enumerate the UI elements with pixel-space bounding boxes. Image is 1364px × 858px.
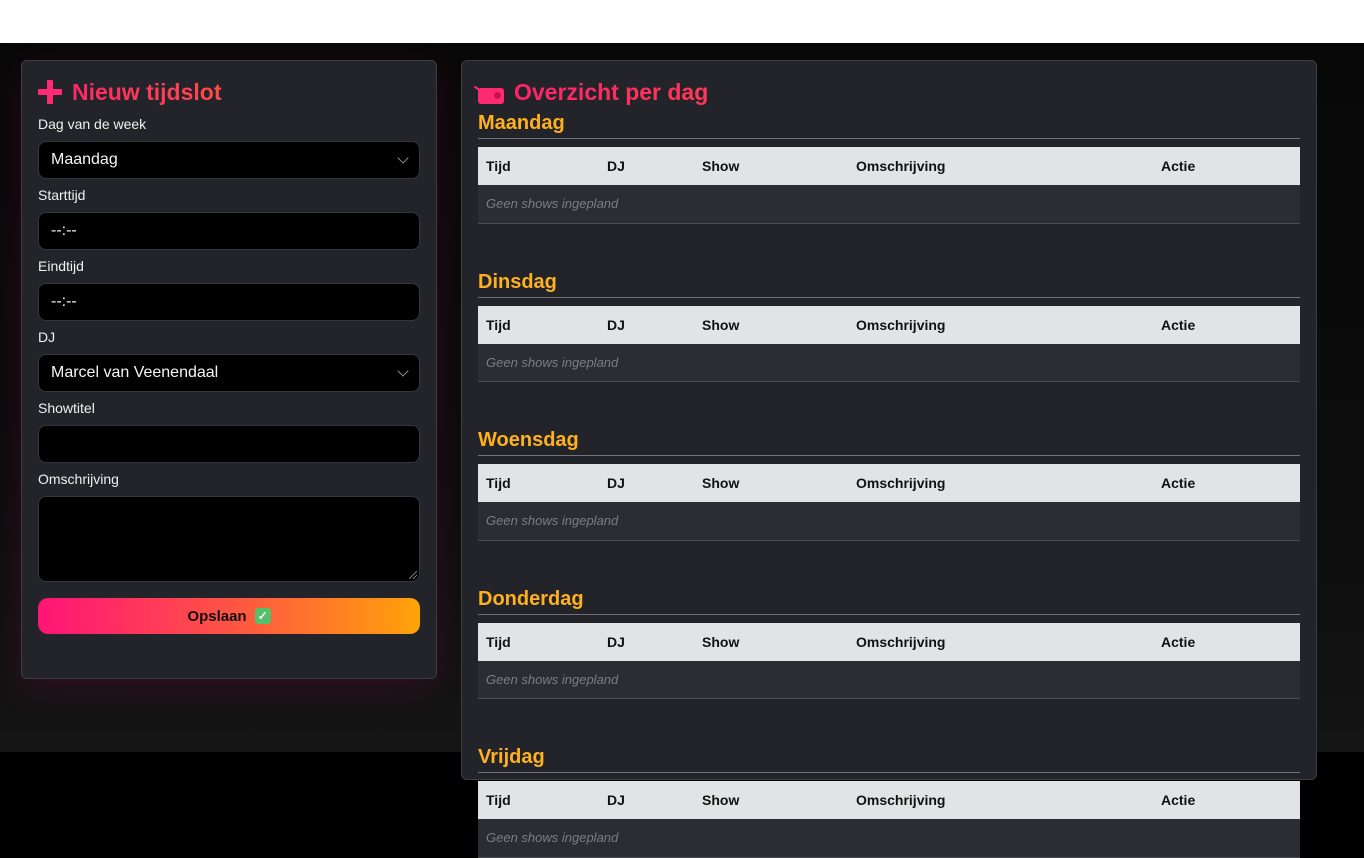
column-header-show: Show — [694, 147, 848, 185]
page-background: Nieuw tijdslot Dag van de week Maandag S… — [0, 43, 1364, 858]
table-row: Geen shows ingepland — [478, 660, 1300, 699]
column-header-omschrijving: Omschrijving — [848, 781, 1153, 819]
day-section: Vrijdag Tijd DJ Show Omschrijving Actie … — [478, 744, 1300, 858]
end-time-input[interactable]: --:-- — [38, 283, 420, 321]
day-select[interactable]: Maandag — [38, 141, 420, 179]
resize-handle-icon[interactable] — [409, 571, 417, 579]
empty-row-text: Geen shows ingepland — [478, 819, 1300, 858]
table-row: Geen shows ingepland — [478, 502, 1300, 541]
new-timeslot-title: Nieuw tijdslot — [38, 77, 420, 107]
new-timeslot-title-text: Nieuw tijdslot — [72, 78, 222, 105]
description-label: Omschrijving — [38, 471, 119, 487]
plus-icon — [38, 80, 62, 104]
column-header-show: Show — [694, 305, 848, 344]
new-timeslot-panel: Nieuw tijdslot Dag van de week Maandag S… — [21, 60, 437, 679]
table-header-row: Tijd DJ Show Omschrijving Actie — [478, 781, 1300, 819]
table-header-row: Tijd DJ Show Omschrijving Actie — [478, 464, 1300, 502]
column-header-actie: Actie — [1153, 305, 1300, 344]
column-header-actie: Actie — [1153, 147, 1300, 185]
chevron-down-icon — [397, 364, 409, 377]
table-header-row: Tijd DJ Show Omschrijving Actie — [478, 305, 1300, 344]
dj-select-value: Marcel van Veenendaal — [51, 364, 219, 381]
day-section: Dinsdag Tijd DJ Show Omschrijving Actie … — [478, 269, 1300, 382]
day-title: Maandag — [478, 110, 1300, 139]
showtitle-label: Showtitel — [38, 400, 95, 416]
column-header-tijd: Tijd — [478, 464, 599, 502]
column-header-omschrijving: Omschrijving — [848, 622, 1153, 661]
day-section: Donderdag Tijd DJ Show Omschrijving Acti… — [478, 586, 1300, 699]
column-header-tijd: Tijd — [478, 147, 599, 185]
day-select-value: Maandag — [51, 151, 118, 168]
showtitle-input[interactable] — [38, 425, 420, 463]
chevron-down-icon — [397, 151, 409, 164]
column-header-dj: DJ — [599, 622, 694, 661]
day-list: Maandag Tijd DJ Show Omschrijving Actie … — [478, 110, 1300, 858]
overview-title: Overzicht per dag — [473, 77, 1300, 107]
schedule-table: Tijd DJ Show Omschrijving Actie Geen sho… — [478, 305, 1300, 382]
overview-title-text: Overzicht per dag — [514, 78, 709, 105]
column-header-tijd: Tijd — [478, 622, 599, 661]
browser-top-area — [0, 0, 1364, 43]
column-header-actie: Actie — [1153, 464, 1300, 502]
column-header-show: Show — [694, 622, 848, 661]
empty-row-text: Geen shows ingepland — [478, 660, 1300, 699]
column-header-actie: Actie — [1153, 622, 1300, 661]
end-time-value: --:-- — [51, 293, 77, 310]
day-section: Maandag Tijd DJ Show Omschrijving Actie … — [478, 110, 1300, 224]
day-title: Dinsdag — [478, 269, 1300, 298]
day-title: Woensdag — [478, 427, 1300, 456]
column-header-omschrijving: Omschrijving — [848, 464, 1153, 502]
radio-icon — [473, 82, 504, 104]
start-time-value: --:-- — [51, 222, 77, 239]
table-header-row: Tijd DJ Show Omschrijving Actie — [478, 147, 1300, 185]
schedule-table: Tijd DJ Show Omschrijving Actie Geen sho… — [478, 147, 1300, 224]
schedule-table: Tijd DJ Show Omschrijving Actie Geen sho… — [478, 464, 1300, 541]
description-textarea[interactable] — [38, 496, 420, 582]
column-header-show: Show — [694, 464, 848, 502]
check-icon: ✓ — [254, 608, 271, 624]
column-header-dj: DJ — [599, 305, 694, 344]
save-button-label: Opslaan — [187, 607, 247, 625]
day-title: Vrijdag — [478, 744, 1300, 773]
column-header-dj: DJ — [599, 147, 694, 185]
table-row: Geen shows ingepland — [478, 343, 1300, 382]
column-header-actie: Actie — [1153, 781, 1300, 819]
dj-label: DJ — [38, 329, 56, 345]
column-header-omschrijving: Omschrijving — [848, 305, 1153, 344]
column-header-tijd: Tijd — [478, 305, 599, 344]
start-time-label: Starttijd — [38, 187, 86, 203]
day-section: Woensdag Tijd DJ Show Omschrijving Actie… — [478, 427, 1300, 541]
column-header-tijd: Tijd — [478, 781, 599, 819]
dj-select[interactable]: Marcel van Veenendaal — [38, 354, 420, 392]
save-button[interactable]: Opslaan ✓ — [38, 598, 420, 634]
overview-panel: Overzicht per dag Maandag Tijd DJ Show O… — [461, 60, 1317, 858]
table-row: Geen shows ingepland — [478, 819, 1300, 858]
column-header-omschrijving: Omschrijving — [848, 147, 1153, 185]
empty-row-text: Geen shows ingepland — [478, 502, 1300, 541]
schedule-table: Tijd DJ Show Omschrijving Actie Geen sho… — [478, 622, 1300, 699]
column-header-dj: DJ — [599, 781, 694, 819]
start-time-input[interactable]: --:-- — [38, 212, 420, 250]
table-header-row: Tijd DJ Show Omschrijving Actie — [478, 622, 1300, 661]
day-title: Donderdag — [478, 586, 1300, 615]
schedule-table: Tijd DJ Show Omschrijving Actie Geen sho… — [478, 781, 1300, 858]
column-header-dj: DJ — [599, 464, 694, 502]
column-header-show: Show — [694, 781, 848, 819]
table-row: Geen shows ingepland — [478, 185, 1300, 224]
empty-row-text: Geen shows ingepland — [478, 185, 1300, 224]
day-label: Dag van de week — [38, 116, 147, 132]
end-time-label: Eindtijd — [38, 258, 84, 274]
empty-row-text: Geen shows ingepland — [478, 343, 1300, 382]
